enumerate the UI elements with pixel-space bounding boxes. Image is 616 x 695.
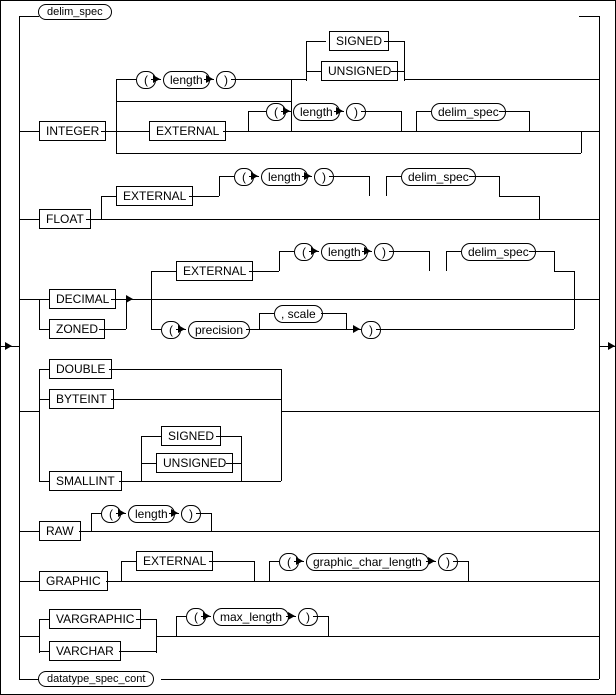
syntax-diagram: delim_spec INTEGER ( length ) SIGNED UNS… bbox=[0, 0, 616, 695]
delim-spec-term: delim_spec bbox=[401, 168, 476, 186]
rparen-icon: ) bbox=[314, 168, 334, 186]
length-term: length bbox=[321, 243, 368, 261]
raw-keyword: RAW bbox=[39, 521, 81, 541]
unsigned-keyword: UNSIGNED bbox=[156, 453, 233, 473]
top-link-delim-spec: delim_spec bbox=[38, 4, 112, 20]
vargraphic-keyword: VARGRAPHIC bbox=[49, 609, 141, 629]
double-keyword: DOUBLE bbox=[49, 359, 112, 379]
delim-spec-term: delim_spec bbox=[461, 243, 536, 261]
length-term: length bbox=[128, 505, 175, 523]
byteint-keyword: BYTEINT bbox=[49, 389, 114, 409]
rparen-icon: ) bbox=[361, 321, 381, 339]
rparen-icon: ) bbox=[216, 71, 236, 89]
smallint-keyword: SMALLINT bbox=[49, 471, 122, 491]
bottom-link-datatype-spec-cont: datatype_spec_cont bbox=[38, 671, 154, 687]
graphic-keyword: GRAPHIC bbox=[39, 571, 108, 591]
graphic-char-length-term: graphic_char_length bbox=[306, 553, 429, 571]
external-keyword: EXTERNAL bbox=[176, 261, 253, 281]
external-keyword: EXTERNAL bbox=[116, 186, 193, 206]
rparen-icon: ) bbox=[346, 103, 366, 121]
length-term: length bbox=[261, 168, 308, 186]
float-keyword: FLOAT bbox=[39, 209, 91, 229]
scale-term: , scale bbox=[274, 305, 323, 323]
rparen-icon: ) bbox=[374, 243, 394, 261]
delim-spec-term: delim_spec bbox=[431, 103, 506, 121]
integer-keyword: INTEGER bbox=[39, 121, 106, 141]
decimal-keyword: DECIMAL bbox=[49, 289, 116, 309]
signed-keyword: SIGNED bbox=[329, 31, 389, 51]
signed-keyword: SIGNED bbox=[161, 426, 221, 446]
length-term: length bbox=[163, 71, 210, 89]
external-keyword: EXTERNAL bbox=[136, 551, 213, 571]
unsigned-keyword: UNSIGNED bbox=[321, 61, 398, 81]
zoned-keyword: ZONED bbox=[49, 319, 105, 339]
rparen-icon: ) bbox=[438, 553, 458, 571]
max-length-term: max_length bbox=[213, 608, 289, 626]
rparen-icon: ) bbox=[298, 608, 318, 626]
varchar-keyword: VARCHAR bbox=[49, 641, 121, 661]
rparen-icon: ) bbox=[181, 505, 201, 523]
external-keyword: EXTERNAL bbox=[149, 121, 226, 141]
length-term: length bbox=[293, 103, 340, 121]
precision-term: precision bbox=[188, 321, 250, 339]
